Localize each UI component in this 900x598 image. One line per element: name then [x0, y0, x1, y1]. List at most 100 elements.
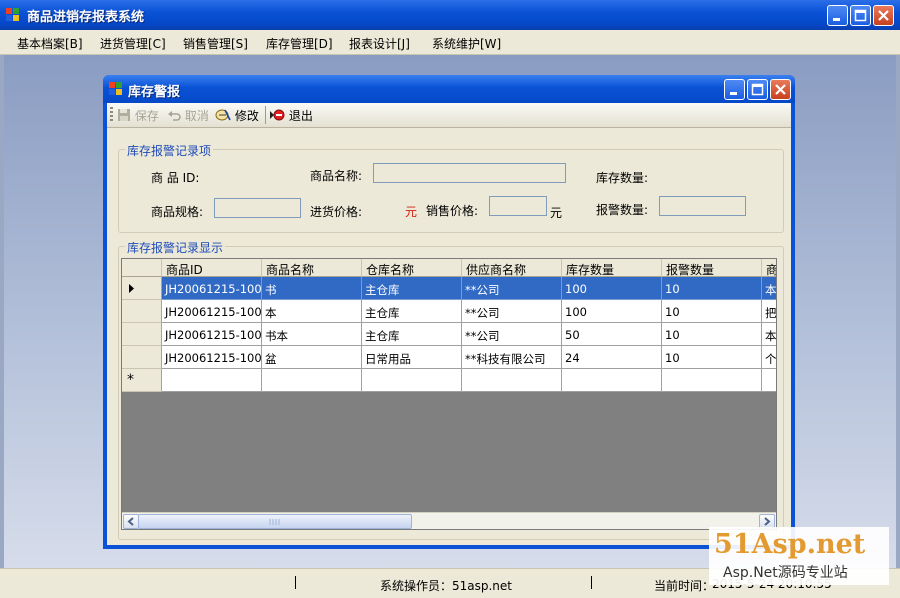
- product-name-label: 商品名称:: [310, 169, 363, 183]
- minimize-icon: [730, 92, 737, 95]
- table-cell[interactable]: 100: [562, 300, 662, 323]
- column-header[interactable]: 商品ID: [162, 259, 262, 277]
- close-icon: [775, 84, 786, 95]
- table-cell[interactable]: **公司: [462, 323, 562, 346]
- product-id-label: 商 品 ID:: [151, 171, 200, 185]
- table-cell[interactable]: **公司: [462, 277, 562, 300]
- column-header[interactable]: 库存数量: [562, 259, 662, 277]
- grip-icon: [269, 519, 280, 525]
- table-cell[interactable]: JH20061215-1006: [162, 346, 262, 369]
- row-header[interactable]: [122, 300, 162, 323]
- column-header[interactable]: 报警数量: [662, 259, 762, 277]
- row-header-selected[interactable]: [122, 277, 162, 300]
- table-cell[interactable]: 主仓库: [362, 323, 462, 346]
- menu-report-design[interactable]: 报表设计[J]: [349, 35, 410, 52]
- current-row-arrow-icon: [129, 284, 134, 293]
- sale-price-unit: 元: [550, 206, 563, 220]
- table-cell[interactable]: 本: [762, 277, 776, 300]
- table-cell-empty[interactable]: [562, 369, 662, 392]
- table-cell[interactable]: **公司: [462, 300, 562, 323]
- close-button[interactable]: [873, 5, 894, 26]
- column-header[interactable]: 商: [762, 259, 776, 277]
- table-cell-empty[interactable]: [762, 369, 776, 392]
- table-cell[interactable]: 10: [662, 323, 762, 346]
- main-title-bar: 商品进销存报表系统: [0, 0, 900, 30]
- table-cell[interactable]: JH20061215-1003: [162, 277, 262, 300]
- table-cell[interactable]: 书: [262, 277, 362, 300]
- menu-basic-files[interactable]: 基本档案[B]: [17, 35, 83, 52]
- table-cell[interactable]: 本: [262, 300, 362, 323]
- menu-purchase[interactable]: 进货管理[C]: [100, 35, 166, 52]
- status-separator: [591, 576, 592, 589]
- table-cell-empty[interactable]: [162, 369, 262, 392]
- row-header-new[interactable]: *: [122, 369, 162, 392]
- scroll-thumb[interactable]: [138, 514, 412, 529]
- child-title-bar: 库存警报: [103, 75, 795, 103]
- table-cell[interactable]: 盆: [262, 346, 362, 369]
- alarm-qty-field[interactable]: [659, 196, 746, 216]
- record-item-group: 库存报警记录项: [118, 142, 784, 233]
- toolbar-grip[interactable]: [110, 107, 113, 123]
- edit-button[interactable]: 修改: [215, 107, 259, 124]
- table-cell[interactable]: 个: [762, 346, 776, 369]
- app-icon: [6, 8, 19, 21]
- purchase-price-label: 进货价格:: [310, 205, 363, 219]
- stock-alarm-window: 库存警报 保存 取消 修改 退出 库存报警记录项 商 品 ID: 商品名称: 库…: [103, 75, 795, 549]
- table-cell[interactable]: 10: [662, 300, 762, 323]
- cancel-button[interactable]: 取消: [167, 107, 209, 124]
- toolbar: 保存 取消 修改 退出: [107, 103, 791, 128]
- menu-bar: 基本档案[B] 进货管理[C] 销售管理[S] 库存管理[D] 报表设计[J] …: [0, 30, 900, 55]
- sale-price-field[interactable]: [489, 196, 547, 216]
- sale-price-label: 销售价格:: [426, 204, 479, 218]
- status-separator: [295, 576, 296, 589]
- table-cell[interactable]: 100: [562, 277, 662, 300]
- save-button[interactable]: 保存: [117, 107, 159, 124]
- maximize-button[interactable]: [850, 5, 871, 26]
- table-cell[interactable]: 把: [762, 300, 776, 323]
- child-close-button[interactable]: [770, 79, 791, 100]
- status-time-label: 当前时间：: [654, 579, 715, 593]
- table-cell[interactable]: 主仓库: [362, 277, 462, 300]
- table-cell[interactable]: 日常用品: [362, 346, 462, 369]
- column-header[interactable]: 仓库名称: [362, 259, 462, 277]
- table-cell-empty[interactable]: [662, 369, 762, 392]
- table-cell[interactable]: 主仓库: [362, 300, 462, 323]
- edit-icon: [215, 109, 231, 121]
- app-title: 商品进销存报表系统: [27, 10, 145, 25]
- product-name-field[interactable]: [373, 163, 566, 183]
- table-cell[interactable]: 本: [762, 323, 776, 346]
- table-cell[interactable]: JH20061215-1005: [162, 323, 262, 346]
- row-header[interactable]: [122, 346, 162, 369]
- column-header[interactable]: 商品名称: [262, 259, 362, 277]
- menu-system[interactable]: 系统维护[W]: [432, 35, 501, 52]
- column-header[interactable]: 供应商名称: [462, 259, 562, 277]
- record-item-legend: 库存报警记录项: [125, 142, 214, 159]
- minimize-button[interactable]: [827, 5, 848, 26]
- save-label: 保存: [134, 109, 159, 123]
- menu-inventory[interactable]: 库存管理[D]: [266, 35, 333, 52]
- table-cell[interactable]: 10: [662, 346, 762, 369]
- table-cell[interactable]: 书本: [262, 323, 362, 346]
- table-cell[interactable]: 24: [562, 346, 662, 369]
- table-cell-empty[interactable]: [262, 369, 362, 392]
- table-cell-empty[interactable]: [362, 369, 462, 392]
- toolbar-separator: [265, 106, 266, 124]
- scroll-left-button[interactable]: [123, 514, 139, 529]
- horizontal-scrollbar[interactable]: [122, 512, 776, 529]
- table-cell[interactable]: JH20061215-1004: [162, 300, 262, 323]
- table-cell-empty[interactable]: [462, 369, 562, 392]
- child-maximize-button[interactable]: [747, 79, 768, 100]
- currency-label: 元: [405, 205, 418, 219]
- row-header[interactable]: [122, 323, 162, 346]
- grid-corner: [122, 259, 162, 277]
- menu-sales[interactable]: 销售管理[S]: [183, 35, 248, 52]
- table-cell[interactable]: 10: [662, 277, 762, 300]
- table-cell[interactable]: 50: [562, 323, 662, 346]
- exit-button[interactable]: 退出: [269, 107, 313, 124]
- spec-field[interactable]: [214, 198, 301, 218]
- record-display-legend: 库存报警记录显示: [125, 239, 226, 256]
- stock-alarm-grid[interactable]: 商品ID 商品名称 仓库名称 供应商名称 库存数量 报警数量 商 * JH200…: [121, 258, 777, 530]
- table-cell[interactable]: **科技有限公司: [462, 346, 562, 369]
- arrow-left-icon: [127, 517, 134, 526]
- child-minimize-button[interactable]: [724, 79, 745, 100]
